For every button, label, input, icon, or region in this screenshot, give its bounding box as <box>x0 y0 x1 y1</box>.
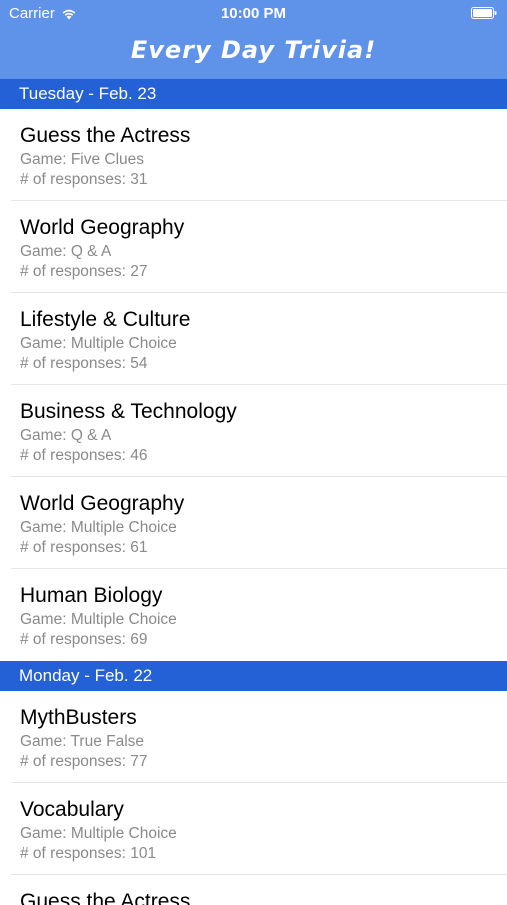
navigation-header: Carrier 10:00 PM Every Day Trivia! <box>0 0 507 79</box>
item-responses: # of responses: 54 <box>20 355 148 372</box>
list-item[interactable]: Vocabulary Game: Multiple Choice # of re… <box>0 783 507 875</box>
item-title: World Geography <box>20 216 185 239</box>
item-responses: # of responses: 31 <box>20 171 148 188</box>
item-title: Lifestyle & Culture <box>20 308 191 331</box>
list-item[interactable]: Business & Technology Game: Q & A # of r… <box>0 385 507 477</box>
item-responses: # of responses: 69 <box>20 631 148 648</box>
item-game: Game: Q & A <box>20 427 112 444</box>
battery-icon <box>471 7 497 19</box>
item-title: Business & Technology <box>20 400 237 423</box>
item-title: Vocabulary <box>20 798 124 821</box>
status-bar: Carrier 10:00 PM <box>0 0 507 28</box>
item-title: MythBusters <box>20 706 137 729</box>
item-game: Game: Multiple Choice <box>20 611 177 628</box>
list-item[interactable]: World Geography Game: Q & A # of respons… <box>0 201 507 293</box>
item-game: Game: Multiple Choice <box>20 519 177 536</box>
item-responses: # of responses: 61 <box>20 539 148 556</box>
item-game: Game: Multiple Choice <box>20 825 177 842</box>
item-title: Guess the Actress <box>20 890 191 905</box>
list-item[interactable]: Human Biology Game: Multiple Choice # of… <box>0 569 507 661</box>
app-title: Every Day Trivia! <box>130 36 377 64</box>
item-responses: # of responses: 101 <box>20 845 157 862</box>
item-title: World Geography <box>20 492 185 515</box>
section-header-monday: Monday - Feb. 22 <box>0 661 507 691</box>
item-game: Game: Multiple Choice <box>20 335 177 352</box>
item-game: Game: Five Clues <box>20 151 145 168</box>
item-responses: # of responses: 27 <box>20 263 148 280</box>
item-responses: # of responses: 46 <box>20 447 148 464</box>
item-title: Human Biology <box>20 584 163 607</box>
list-item[interactable]: Guess the Actress Game: Five Clues # of … <box>0 109 507 201</box>
item-title: Guess the Actress <box>20 124 191 147</box>
list-item[interactable]: Guess the Actress <box>0 875 507 905</box>
list-item[interactable]: MythBusters Game: True False # of respon… <box>0 691 507 783</box>
list-item[interactable]: World Geography Game: Multiple Choice # … <box>0 477 507 569</box>
status-time: 10:00 PM <box>220 5 287 22</box>
item-game: Game: Q & A <box>20 243 112 260</box>
item-game: Game: True False <box>20 733 145 750</box>
section-header-tuesday: Tuesday - Feb. 23 <box>0 79 507 109</box>
trivia-list[interactable]: Tuesday - Feb. 23 Guess the Actress Game… <box>0 79 507 905</box>
list-item[interactable]: Lifestyle & Culture Game: Multiple Choic… <box>0 293 507 385</box>
item-responses: # of responses: 77 <box>20 753 148 770</box>
